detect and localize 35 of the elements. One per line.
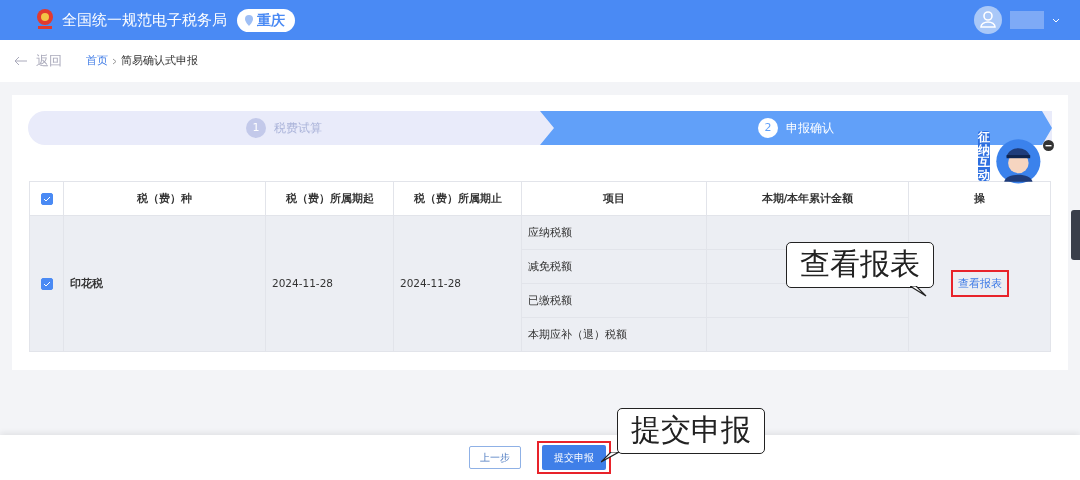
column-header: 税（费）所属期起 — [285, 191, 374, 204]
previous-button[interactable]: 上一步 — [469, 446, 521, 469]
table-cell: 2024-11-28 — [272, 276, 334, 289]
site-title: 全国统一规范电子税务局 — [62, 9, 227, 31]
table-cell: 印花税 — [70, 276, 103, 289]
blurred-username — [1010, 11, 1044, 29]
checkbox[interactable] — [40, 192, 53, 205]
back-link[interactable]: 返回 — [14, 51, 62, 71]
table-cell: 2024-11-28 — [400, 276, 462, 289]
close-icon[interactable] — [1043, 140, 1054, 151]
location-badge[interactable]: 重庆 — [237, 8, 295, 32]
view-report-link[interactable]: 查看报表 — [957, 276, 1002, 289]
breadcrumb-home-link[interactable]: 首页 — [86, 53, 108, 69]
table-cell: 应纳税额 — [528, 225, 572, 238]
dropdown-caret-icon[interactable] — [1052, 17, 1060, 23]
checkmark-icon — [42, 280, 51, 287]
column-header: 项目 — [603, 191, 625, 204]
breadcrumb-current: 简易确认式申报 — [121, 53, 198, 69]
column-header: 税（费）种 — [137, 191, 192, 204]
checkbox[interactable] — [40, 277, 53, 290]
table-cell: 减免税额 — [528, 259, 572, 272]
table-cell: 本期应补（退）税额 — [528, 327, 627, 340]
column-header: 税（费）所属期止 — [413, 191, 502, 204]
table-cell: 已缴税额 — [528, 293, 572, 306]
column-header: 本期/本年累计金额 — [761, 191, 854, 204]
column-header: 操 — [974, 191, 985, 204]
callout-tail-icon — [601, 452, 619, 463]
user-avatar-icon[interactable] — [974, 6, 1002, 34]
callout-bubble: 提交申报 — [617, 408, 765, 454]
callout-tail-icon — [910, 286, 928, 297]
callout-bubble: 查看报表 — [786, 242, 934, 288]
back-arrow-icon — [14, 56, 28, 66]
checkmark-icon — [42, 195, 51, 202]
chevron-right-icon — [112, 57, 117, 65]
submit-button[interactable]: 提交申报 — [542, 445, 606, 470]
